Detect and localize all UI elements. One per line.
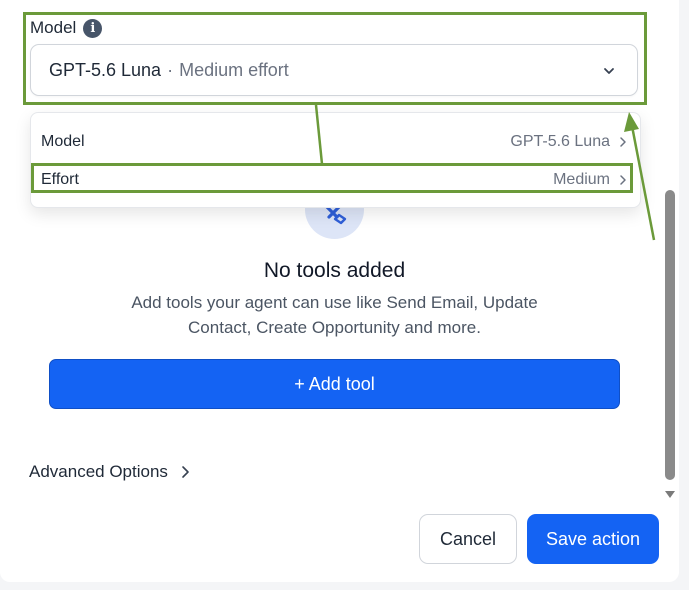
model-select-value: GPT-5.6 Luna · Medium effort [49, 60, 289, 81]
save-action-button[interactable]: Save action [527, 514, 659, 564]
cancel-button[interactable]: Cancel [419, 514, 517, 564]
add-tool-button[interactable]: + Add tool [49, 359, 620, 409]
empty-state-description: Add tools your agent can use like Send E… [131, 293, 538, 337]
add-tool-label: Add tool [308, 373, 375, 394]
dropdown-row-value: GPT-5.6 Luna [510, 133, 610, 150]
empty-state-title: No tools added [263, 259, 406, 282]
scrollbar-thumb[interactable] [665, 190, 675, 480]
dropdown-row-label: Model [41, 133, 85, 150]
dropdown-row-label: Effort [41, 171, 79, 188]
dropdown-row-value: Medium [553, 171, 610, 188]
chevron-right-icon [620, 137, 626, 147]
chevron-down-icon[interactable] [601, 63, 617, 79]
chevron-right-icon [182, 466, 189, 478]
selected-model: GPT-5.6 Luna [49, 59, 162, 80]
advanced-options-label: Advanced Options [29, 462, 168, 481]
advanced-options-toggle[interactable]: Advanced Options [29, 460, 190, 484]
chevron-right-icon [620, 175, 626, 185]
action-panel: Model i GPT-5.6 Luna · Medium effort Model… [0, 0, 679, 582]
model-select[interactable]: GPT-5.6 Luna · Medium effort [30, 44, 638, 96]
dropdown-row-effort[interactable]: Effort Medium [41, 165, 628, 195]
selected-effort: Medium effort [179, 59, 289, 80]
scroll-down-arrow-icon[interactable] [664, 490, 676, 499]
model-label-row: Model i [30, 16, 103, 40]
model-label: Model [30, 18, 77, 37]
model-options-dropdown: Model GPT-5.6 Luna Effort Medium [30, 112, 641, 208]
dropdown-row-value-wrap: GPT-5.6 Luna [510, 133, 628, 151]
dropdown-row-value-wrap: Medium [553, 171, 628, 189]
select-separator: · [167, 59, 174, 80]
plus-icon: + [294, 373, 305, 394]
dropdown-row-model[interactable]: Model GPT-5.6 Luna [41, 127, 628, 157]
info-icon[interactable]: i [83, 18, 103, 38]
